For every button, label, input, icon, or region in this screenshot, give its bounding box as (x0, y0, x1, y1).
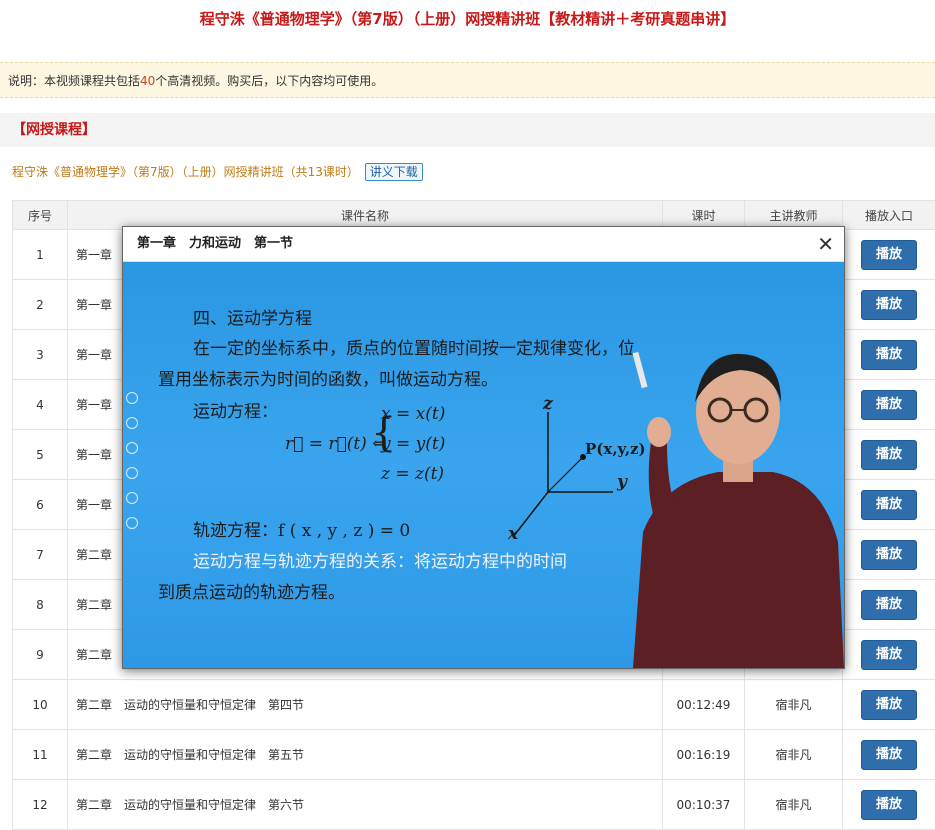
row-name: 第二章 运动的守恒量和守恒定律 第四节 (68, 680, 663, 730)
video-count: 40 (140, 74, 155, 88)
play-button[interactable]: 播放 (861, 440, 917, 470)
row-index: 6 (13, 480, 68, 530)
video-eq-1: x = x(t) (381, 404, 445, 424)
table-row: 10第二章 运动的守恒量和守恒定律 第四节00:12:49宿非凡播放 (13, 680, 935, 730)
modal-header: 第一章 力和运动 第一节 ✕ (123, 227, 844, 262)
row-index: 7 (13, 530, 68, 580)
row-name: 第二章 运动的守恒量和守恒定律 第六节 (68, 780, 663, 830)
video-line-last: 到质点运动的轨迹方程。 (158, 578, 345, 603)
row-index: 8 (13, 580, 68, 630)
notice-bar: 说明：本视频课程共包括40个高清视频。购买后，以下内容均可使用。 (0, 62, 935, 98)
presenter-image (623, 332, 844, 668)
row-index: 11 (13, 730, 68, 780)
play-button[interactable]: 播放 (861, 740, 917, 770)
table-row: 12第二章 运动的守恒量和守恒定律 第六节00:10:37宿非凡播放 (13, 780, 935, 830)
row-index: 9 (13, 630, 68, 680)
play-button[interactable]: 播放 (861, 790, 917, 820)
pen-icon[interactable] (126, 442, 138, 454)
pause-icon[interactable] (126, 417, 138, 429)
handout-download-button[interactable]: 讲义下载 (365, 163, 423, 181)
play-button[interactable]: 播放 (861, 290, 917, 320)
video-modal: 第一章 力和运动 第一节 ✕ 四、运动学方程 在一定的坐标系中，质点的位置随时间… (122, 226, 845, 669)
play-button[interactable]: 播放 (861, 390, 917, 420)
settings-icon[interactable] (126, 467, 138, 479)
video-trajectory: 轨迹方程：f ( x , y , z ) = 0 (193, 516, 410, 541)
notice-suffix: 个高清视频。购买后，以下内容均可使用。 (155, 74, 383, 88)
notice-prefix: 说明：本视频课程共包括 (8, 74, 140, 88)
video-toolbar (126, 392, 138, 542)
play-button[interactable]: 播放 (861, 240, 917, 270)
play-button[interactable]: 播放 (861, 640, 917, 670)
video-eq-2: y = y(t) (381, 434, 445, 454)
row-teacher: 宿非凡 (745, 680, 843, 730)
video-motion-label: 运动方程： (193, 397, 278, 422)
course-title: 程守洙《普通物理学》（第7版）（上册）网授精讲班（共13课时） (12, 165, 359, 179)
row-index: 1 (13, 230, 68, 280)
table-row: 11第二章 运动的守恒量和守恒定律 第五节00:16:19宿非凡播放 (13, 730, 935, 780)
row-duration: 00:10:37 (663, 780, 745, 830)
axis-z-label: z (543, 394, 553, 414)
course-line: 程守洙《普通物理学》（第7版）（上册）网授精讲班（共13课时） 讲义下载 (12, 162, 423, 182)
axis-x-label: x (508, 524, 518, 544)
video-heading: 四、运动学方程 (193, 304, 312, 329)
row-teacher: 宿非凡 (745, 780, 843, 830)
row-index: 12 (13, 780, 68, 830)
help-icon[interactable] (126, 517, 138, 529)
row-index: 10 (13, 680, 68, 730)
video-line-1: 在一定的坐标系中，质点的位置随时间按一定规律变化，位 (193, 334, 635, 359)
video-eq-3: z = z(t) (381, 464, 444, 484)
row-index: 4 (13, 380, 68, 430)
row-teacher: 宿非凡 (745, 730, 843, 780)
page-title: 程守洙《普通物理学》（第7版）（上册）网授精讲班【教材精讲＋考研真题串讲】 (0, 0, 935, 42)
play-button[interactable]: 播放 (861, 540, 917, 570)
row-index: 3 (13, 330, 68, 380)
video-line-2: 置用坐标表示为时间的函数，叫做运动方程。 (158, 365, 498, 390)
row-index: 2 (13, 280, 68, 330)
modal-title: 第一章 力和运动 第一节 (137, 236, 293, 251)
play-button[interactable]: 播放 (861, 340, 917, 370)
play-icon[interactable] (126, 392, 138, 404)
video-player[interactable]: 四、运动学方程 在一定的坐标系中，质点的位置随时间按一定规律变化，位 置用坐标表… (123, 262, 844, 668)
play-button[interactable]: 播放 (861, 690, 917, 720)
close-icon[interactable]: ✕ (817, 227, 834, 261)
header-play: 播放入口 (843, 201, 935, 230)
section-title: 【网授课程】 (0, 113, 935, 147)
play-button[interactable]: 播放 (861, 590, 917, 620)
row-name: 第二章 运动的守恒量和守恒定律 第五节 (68, 730, 663, 780)
row-duration: 00:16:19 (663, 730, 745, 780)
row-index: 5 (13, 430, 68, 480)
header-index: 序号 (13, 201, 68, 230)
play-button[interactable]: 播放 (861, 490, 917, 520)
row-duration: 00:12:49 (663, 680, 745, 730)
more-icon[interactable] (126, 492, 138, 504)
